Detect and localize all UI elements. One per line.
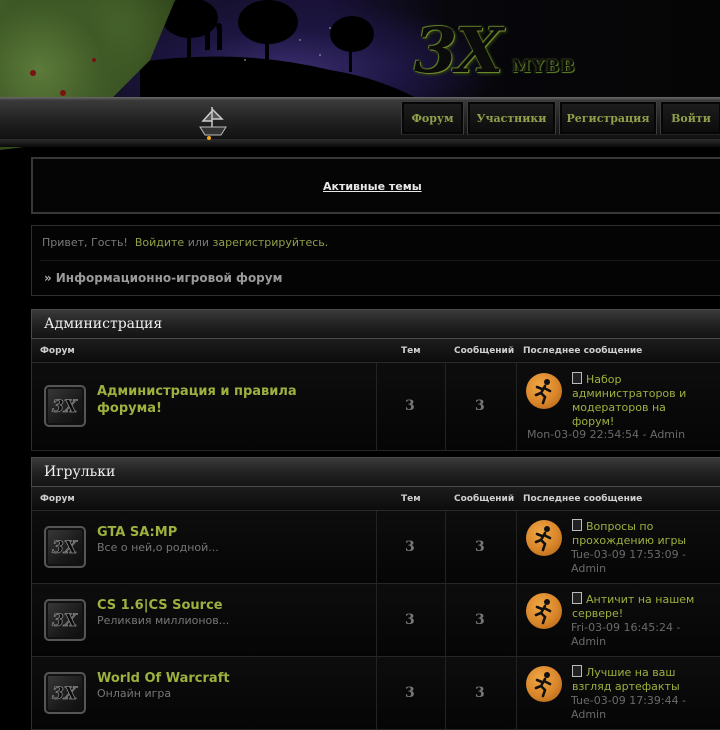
welcome-panel: Привет, Гость! Войдите или зарегистрируй… (31, 225, 720, 296)
forum-description: Реликвия миллионов... (97, 614, 230, 627)
last-post-title: Вопросы по прохождению игры (572, 520, 687, 547)
nav-forum-button[interactable]: Форум (401, 101, 464, 135)
column-posts: Сообщений (454, 494, 515, 504)
forum-row: 3X World Of Warcraft Онлайн игра 3 3 Луч… (31, 657, 720, 730)
running-man-avatar-icon (526, 593, 562, 629)
nav-register-button[interactable]: Регистрация (559, 101, 657, 135)
nav-login-button[interactable]: Войти (660, 101, 720, 135)
forum-row: 3X GTA SA:MP Все о ней,о родной... 3 3 В… (31, 511, 720, 584)
column-posts: Сообщений (454, 346, 515, 356)
post-count: 3 (475, 398, 485, 414)
last-post-meta: Fri-03-09 16:45:24 - Admin (571, 621, 681, 648)
column-divider (376, 363, 377, 450)
column-header-row: Форум Тем Сообщений Последнее сообщение (31, 487, 720, 511)
ship-icon (198, 105, 228, 141)
svg-text:3X: 3X (52, 397, 78, 417)
running-man-avatar-icon (526, 666, 562, 702)
post-count: 3 (475, 612, 485, 628)
forum-title-link[interactable]: World Of Warcraft (97, 670, 230, 687)
category-header[interactable]: Администрация (31, 309, 720, 339)
column-divider (376, 584, 377, 656)
active-topics-link[interactable]: Активные темы (323, 180, 422, 193)
forum-status-icon: 3X (44, 526, 86, 568)
welcome-divider (40, 260, 720, 261)
breadcrumb-label[interactable]: Информационно-игровой форум (56, 271, 283, 285)
forum-description: Все о ней,о родной... (97, 541, 219, 554)
column-topics: Тем (401, 494, 421, 504)
last-post-meta: Tue-03-09 17:39:44 - Admin (571, 694, 687, 721)
topic-document-icon (572, 519, 582, 531)
svg-text:3X: 3X (52, 684, 78, 704)
last-post-link[interactable]: Набор администраторов и модераторов на ф… (572, 372, 702, 429)
column-topics: Тем (401, 346, 421, 356)
column-divider (445, 363, 446, 450)
topic-count: 3 (405, 539, 415, 555)
column-divider (445, 511, 446, 583)
last-post-link[interactable]: Вопросы по прохождению игры (572, 519, 702, 548)
svg-text:3X: 3X (52, 611, 78, 631)
login-link[interactable]: Войдите (135, 236, 184, 249)
topic-count: 3 (405, 612, 415, 628)
column-divider (516, 511, 517, 583)
forum-description: Онлайн игра (97, 687, 172, 700)
last-post-link[interactable]: Античит на нашем сервере! (572, 592, 702, 621)
forum-row: 3X Администрация и правила форума! 3 3 Н… (31, 363, 720, 451)
last-post-meta: Tue-03-09 17:53:09 - Admin (571, 548, 687, 575)
site-logo-subtitle: MYBB (512, 57, 576, 77)
topic-document-icon (572, 372, 582, 384)
column-last-post: Последнее сообщение (523, 346, 643, 356)
greeting-text: Привет, Гость! (42, 236, 128, 249)
column-forum: Форум (40, 346, 75, 356)
forum-title-line: форума! (97, 401, 162, 416)
welcome-message: Привет, Гость! Войдите или зарегистрируй… (42, 236, 328, 249)
column-divider (376, 657, 377, 729)
breadcrumb-arrow-icon: » (44, 271, 52, 285)
topic-count: 3 (405, 685, 415, 701)
forum-title-link[interactable]: GTA SA:MP (97, 524, 177, 541)
column-divider (516, 363, 517, 450)
last-post-title: Лучшие на ваш взгляд артефакты (572, 666, 680, 693)
post-count: 3 (475, 539, 485, 555)
column-header-row: Форум Тем Сообщений Последнее сообщение (31, 339, 720, 363)
topic-document-icon (572, 592, 582, 604)
last-post-meta: Mon-03-09 22:54:54 - Admin (527, 428, 686, 441)
nav-members-button[interactable]: Участники (467, 101, 556, 135)
forum-title-link[interactable]: Администрация и правила форума! (97, 383, 297, 417)
blood-splatter (92, 58, 96, 62)
column-forum: Форум (40, 494, 75, 504)
forum-status-icon: 3X (44, 599, 86, 641)
post-count: 3 (475, 685, 485, 701)
column-divider (376, 511, 377, 583)
forum-status-icon: 3X (44, 672, 86, 714)
column-divider (516, 584, 517, 656)
forum-status-icon: 3X (44, 385, 86, 427)
navigation-divider (0, 139, 720, 147)
forum-row: 3X CS 1.6|CS Source Реликвия миллионов..… (31, 584, 720, 657)
last-post-link[interactable]: Лучшие на ваш взгляд артефакты (572, 665, 702, 694)
topic-document-icon (572, 665, 582, 677)
category-header[interactable]: Игрульки (31, 457, 720, 487)
topic-count: 3 (405, 398, 415, 414)
active-topics-panel: Активные темы (31, 157, 720, 214)
site-logo: 3X (414, 14, 503, 87)
register-link[interactable]: зарегистрируйтесь. (213, 236, 329, 249)
forum-title-line: Администрация и правила (97, 384, 297, 399)
last-post-title: Набор администраторов и модераторов на ф… (572, 373, 687, 428)
running-man-avatar-icon (526, 520, 562, 556)
or-text: или (187, 236, 210, 249)
forum-title-link[interactable]: CS 1.6|CS Source (97, 597, 223, 614)
blood-splatter (60, 90, 66, 96)
column-divider (516, 657, 517, 729)
svg-text:3X: 3X (52, 538, 78, 558)
blood-splatter (30, 70, 36, 76)
column-divider (445, 657, 446, 729)
column-divider (445, 584, 446, 656)
breadcrumb: » Информационно-игровой форум (44, 271, 282, 285)
running-man-avatar-icon (526, 373, 562, 409)
column-last-post: Последнее сообщение (523, 494, 643, 504)
last-post-title: Античит на нашем сервере! (572, 593, 695, 620)
